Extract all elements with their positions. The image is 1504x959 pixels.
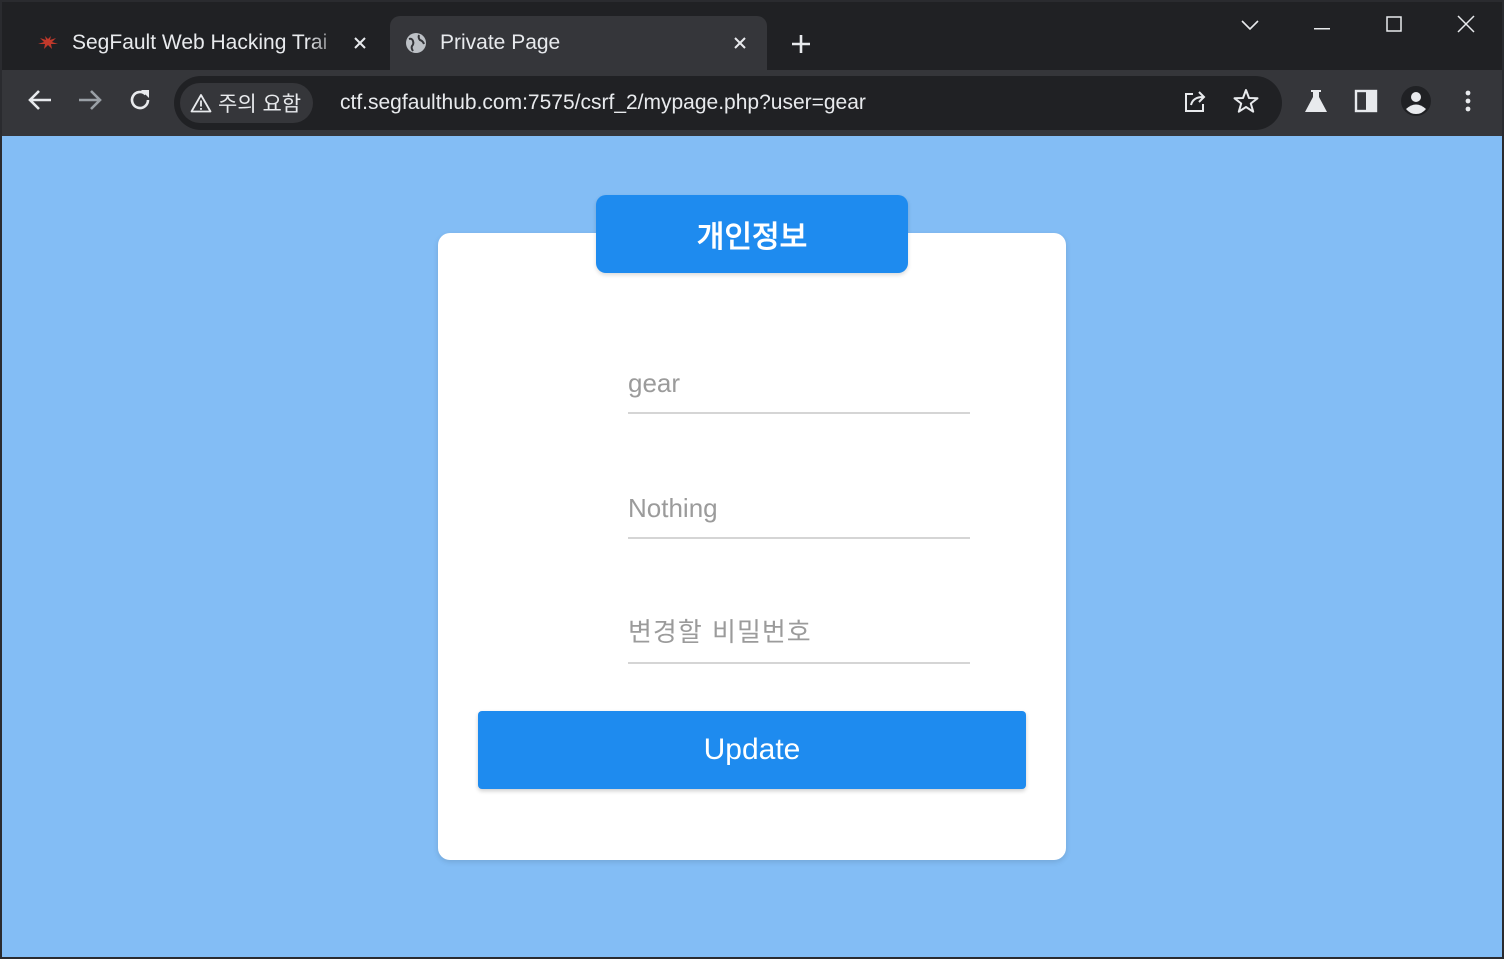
new-tab-button[interactable] — [784, 28, 818, 62]
update-button[interactable]: Update — [478, 711, 1026, 789]
close-window-button[interactable] — [1430, 2, 1502, 50]
maximize-button[interactable] — [1358, 2, 1430, 50]
username-field[interactable] — [628, 354, 970, 414]
profile-card: Update — [438, 233, 1066, 860]
menu-button[interactable] — [1452, 87, 1484, 119]
side-panel-icon — [1354, 89, 1378, 118]
reload-button[interactable] — [120, 82, 160, 122]
minimize-button[interactable] — [1286, 2, 1358, 50]
new-password-field[interactable] — [628, 604, 970, 664]
avatar-icon — [1400, 85, 1432, 122]
url-text[interactable]: ctf.segfaulthub.com:7575/csrf_2/mypage.p… — [340, 76, 866, 130]
close-icon — [1457, 14, 1475, 38]
flask-icon — [1303, 88, 1329, 119]
forward-button[interactable] — [70, 82, 110, 122]
tab-segfault[interactable]: SegFault Web Hacking Trai — [22, 16, 387, 70]
warning-icon — [190, 93, 212, 113]
reload-icon — [127, 87, 153, 118]
info-field[interactable] — [628, 479, 970, 539]
globe-icon — [404, 31, 428, 55]
security-chip-label: 주의 요함 — [218, 93, 302, 116]
maximize-icon — [1386, 15, 1402, 37]
tab-title: Private Page — [440, 31, 561, 54]
star-icon — [1233, 88, 1259, 119]
labs-button[interactable] — [1300, 87, 1332, 119]
close-tab-icon[interactable] — [727, 30, 753, 56]
page-title: 개인정보 — [596, 195, 908, 273]
arrow-left-icon — [27, 88, 53, 117]
minimize-icon — [1314, 17, 1330, 35]
address-bar[interactable]: 주의 요함 ctf.segfaulthub.com:7575/csrf_2/my… — [174, 76, 1282, 130]
browser-window: SegFault Web Hacking Trai Private Page 주… — [0, 0, 1504, 959]
segfault-logo-icon — [36, 31, 60, 55]
tab-strip: SegFault Web Hacking Trai Private Page — [2, 2, 1502, 70]
tab-search-button[interactable] — [1214, 2, 1286, 50]
back-button[interactable] — [20, 82, 60, 122]
security-warning-chip[interactable]: 주의 요함 — [180, 83, 314, 123]
page-viewport: Update 개인정보 — [2, 136, 1502, 957]
share-icon — [1183, 89, 1209, 118]
close-tab-icon[interactable] — [347, 30, 373, 56]
side-panel-button[interactable] — [1350, 87, 1382, 119]
chevron-down-icon — [1241, 17, 1259, 35]
browser-toolbar: 주의 요함 ctf.segfaulthub.com:7575/csrf_2/my… — [2, 70, 1502, 136]
tab-title: SegFault Web Hacking Trai — [72, 31, 328, 54]
arrow-right-icon — [77, 88, 103, 117]
share-button[interactable] — [1180, 87, 1212, 119]
bookmark-button[interactable] — [1230, 87, 1262, 119]
more-vert-icon — [1465, 89, 1471, 118]
tab-private-page[interactable]: Private Page — [390, 16, 767, 70]
profile-button[interactable] — [1400, 85, 1432, 122]
